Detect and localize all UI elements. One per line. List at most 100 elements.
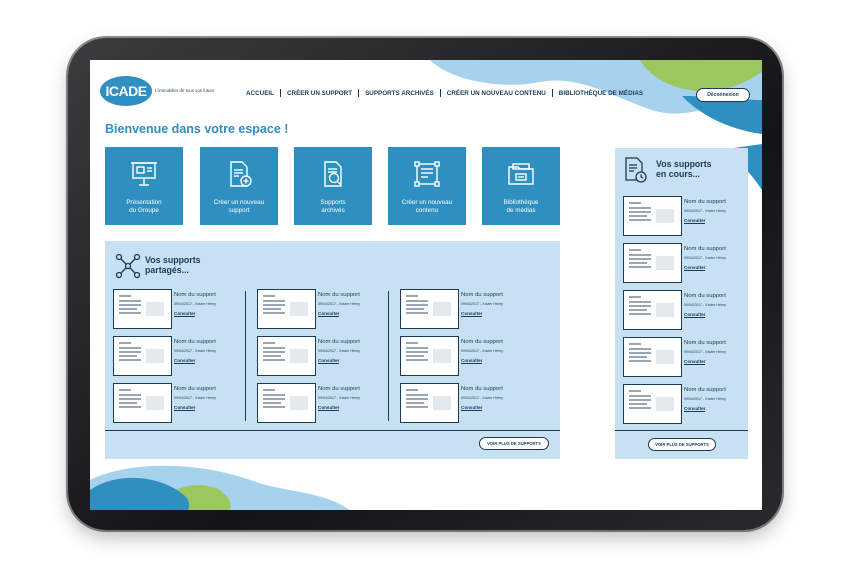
tile-supports-archives[interactable]: Supports archivés bbox=[294, 147, 372, 225]
tile-label: Créer un nouveau contenu bbox=[401, 199, 453, 214]
support-card: Nom du support 09/04/2017 - Xavier Hénry… bbox=[113, 336, 248, 376]
nav-item-supports-archives[interactable]: SUPPORTS ARCHIVÉS bbox=[359, 90, 440, 97]
consulter-link[interactable]: Consulter bbox=[461, 405, 483, 411]
tile-label: Présentation du Groupe bbox=[126, 199, 162, 214]
support-name: Nom du support bbox=[461, 339, 503, 345]
support-meta: 09/04/2017 - Xavier Hénry bbox=[461, 349, 503, 353]
network-share-icon bbox=[115, 253, 141, 279]
support-meta: 09/04/2017 - Xavier Hénry bbox=[684, 256, 726, 260]
support-name: Nom du support bbox=[461, 292, 503, 298]
consulter-link[interactable]: Consulter bbox=[684, 406, 706, 412]
support-name: Nom du support bbox=[684, 387, 726, 393]
consulter-link[interactable]: Consulter bbox=[318, 405, 340, 411]
main-nav: ACCUEIL CRÉER UN SUPPORT SUPPORTS ARCHIV… bbox=[240, 89, 649, 97]
image-placeholder-icon bbox=[146, 349, 164, 363]
image-placeholder-icon bbox=[290, 396, 308, 410]
support-meta: 09/04/2017 - Xavier Hénry bbox=[684, 350, 726, 354]
see-more-in-progress-button[interactable]: VOIR PLUS DE SUPPORTS bbox=[648, 438, 716, 451]
support-name: Nom du support bbox=[318, 386, 360, 392]
nav-item-accueil[interactable]: ACCUEIL bbox=[240, 90, 280, 97]
image-placeholder-icon bbox=[146, 396, 164, 410]
image-placeholder-icon bbox=[656, 209, 674, 223]
icade-logo[interactable]: ICADE bbox=[100, 76, 152, 106]
consulter-link[interactable]: Consulter bbox=[174, 358, 196, 364]
support-name: Nom du support bbox=[318, 292, 360, 298]
support-name: Nom du support bbox=[684, 340, 726, 346]
support-thumbnail[interactable] bbox=[257, 336, 316, 376]
tile-bibliotheque-medias[interactable]: Bibliothèque de médias bbox=[482, 147, 560, 225]
page-title: Bienvenue dans votre espace ! bbox=[105, 122, 289, 136]
panel-divider bbox=[615, 430, 748, 431]
consulter-link[interactable]: Consulter bbox=[684, 218, 706, 224]
support-thumbnail[interactable] bbox=[623, 243, 682, 283]
logout-button[interactable]: Déconnexion bbox=[696, 88, 750, 102]
consulter-link[interactable]: Consulter bbox=[174, 311, 196, 317]
in-progress-panel-title: Vos supports en cours... bbox=[656, 159, 712, 179]
support-meta: 09/04/2017 - Xavier Hénry bbox=[174, 302, 216, 306]
support-card: Nom du support 09/04/2017 - Xavier Hénry… bbox=[113, 383, 248, 423]
layout-edit-icon bbox=[414, 161, 440, 187]
support-name: Nom du support bbox=[461, 386, 503, 392]
support-name: Nom du support bbox=[684, 293, 726, 299]
support-thumbnail[interactable] bbox=[400, 383, 459, 423]
consulter-link[interactable]: Consulter bbox=[684, 312, 706, 318]
support-thumbnail[interactable] bbox=[400, 336, 459, 376]
support-meta: 09/04/2017 - Xavier Hénry bbox=[461, 302, 503, 306]
consulter-link[interactable]: Consulter bbox=[684, 265, 706, 271]
support-meta: 09/04/2017 - Xavier Hénry bbox=[684, 397, 726, 401]
document-clock-icon bbox=[625, 157, 647, 183]
document-add-icon bbox=[230, 161, 252, 187]
brand-tagline: L'immobilier de tous vos futurs bbox=[155, 88, 215, 93]
support-card: Nom du support 09/04/2017 - Xavier Hénry… bbox=[623, 196, 758, 236]
support-meta: 09/04/2017 - Xavier Hénry bbox=[461, 396, 503, 400]
nav-item-creer-contenu[interactable]: CRÉER UN NOUVEAU CONTENU bbox=[441, 90, 552, 97]
support-meta: 09/04/2017 - Xavier Hénry bbox=[684, 303, 726, 307]
support-card: Nom du support 09/04/2017 - Xavier Hénry… bbox=[257, 336, 392, 376]
tile-creer-support[interactable]: Créer un nouveau support bbox=[200, 147, 278, 225]
support-thumbnail[interactable] bbox=[623, 384, 682, 424]
consulter-link[interactable]: Consulter bbox=[461, 358, 483, 364]
support-meta: 09/04/2017 - Xavier Hénry bbox=[318, 396, 360, 400]
support-thumbnail[interactable] bbox=[113, 336, 172, 376]
support-card: Nom du support 09/04/2017 - Xavier Hénry… bbox=[400, 383, 535, 423]
support-card: Nom du support 09/04/2017 - Xavier Hénry… bbox=[623, 337, 758, 377]
consulter-link[interactable]: Consulter bbox=[461, 311, 483, 317]
image-placeholder-icon bbox=[146, 302, 164, 316]
support-meta: 09/04/2017 - Xavier Hénry bbox=[174, 396, 216, 400]
consulter-link[interactable]: Consulter bbox=[318, 358, 340, 364]
shared-panel-title: Vos supports partagés... bbox=[145, 255, 201, 275]
support-thumbnail[interactable] bbox=[623, 196, 682, 236]
support-name: Nom du support bbox=[174, 386, 216, 392]
image-placeholder-icon bbox=[290, 302, 308, 316]
media-folder-icon bbox=[508, 163, 534, 185]
image-placeholder-icon bbox=[656, 397, 674, 411]
support-name: Nom du support bbox=[174, 339, 216, 345]
in-progress-supports-panel: Vos supports en cours... Nom du support … bbox=[615, 148, 748, 459]
nav-item-creer-support[interactable]: CRÉER UN SUPPORT bbox=[281, 90, 358, 97]
support-thumbnail[interactable] bbox=[257, 289, 316, 329]
support-meta: 09/04/2017 - Xavier Hénry bbox=[318, 349, 360, 353]
support-name: Nom du support bbox=[684, 246, 726, 252]
app-screen: ICADE L'immobilier de tous vos futurs AC… bbox=[90, 60, 762, 510]
see-more-shared-button[interactable]: VOIR PLUS DE SUPPORTS bbox=[479, 437, 549, 450]
consulter-link[interactable]: Consulter bbox=[318, 311, 340, 317]
camera-icon bbox=[74, 267, 82, 275]
support-thumbnail[interactable] bbox=[400, 289, 459, 329]
support-thumbnail[interactable] bbox=[623, 290, 682, 330]
support-card: Nom du support 09/04/2017 - Xavier Hénry… bbox=[257, 383, 392, 423]
bottom-left-decoration bbox=[90, 465, 350, 510]
tile-presentation-groupe[interactable]: Présentation du Groupe bbox=[105, 147, 183, 225]
support-name: Nom du support bbox=[684, 199, 726, 205]
nav-item-bibliotheque-medias[interactable]: BIBLIOTHÈQUE DE MÉDIAS bbox=[553, 90, 649, 97]
image-placeholder-icon bbox=[290, 349, 308, 363]
consulter-link[interactable]: Consulter bbox=[174, 405, 196, 411]
support-meta: 09/04/2017 - Xavier Hénry bbox=[318, 302, 360, 306]
support-thumbnail[interactable] bbox=[113, 289, 172, 329]
support-card: Nom du support 09/04/2017 - Xavier Hénry… bbox=[400, 336, 535, 376]
tile-creer-contenu[interactable]: Créer un nouveau contenu bbox=[388, 147, 466, 225]
consulter-link[interactable]: Consulter bbox=[684, 359, 706, 365]
support-thumbnail[interactable] bbox=[113, 383, 172, 423]
support-thumbnail[interactable] bbox=[623, 337, 682, 377]
image-placeholder-icon bbox=[656, 350, 674, 364]
support-thumbnail[interactable] bbox=[257, 383, 316, 423]
